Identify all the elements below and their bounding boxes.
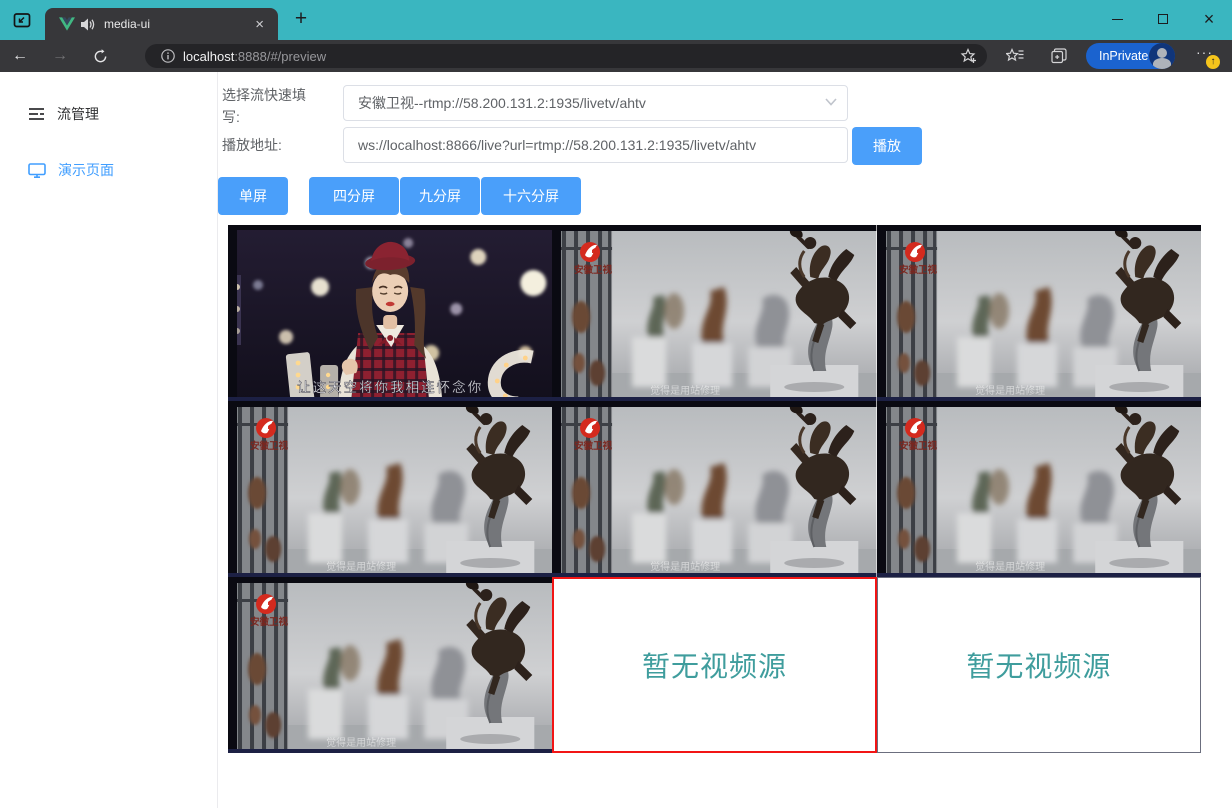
app-page: 流管理 演示页面 选择流快速填写: 安徽卫视--rtmp://58.200.13…: [0, 72, 1232, 808]
refresh-button[interactable]: [80, 49, 120, 64]
sidebar-item-label: 流管理: [57, 104, 99, 124]
sixteen-split-button[interactable]: 十六分屏: [481, 177, 581, 215]
sidebar: 流管理 演示页面: [0, 72, 218, 808]
address-bar[interactable]: localhost:8888/#/preview: [145, 44, 987, 68]
browser-window: media-ui × + × ← → localhost:8888/: [0, 0, 1232, 808]
video-cell-empty[interactable]: 暂无视频源: [552, 577, 876, 753]
no-source-text: 暂无视频源: [642, 645, 787, 685]
tab-title: media-ui: [104, 17, 251, 31]
sidebar-item-stream-management[interactable]: 流管理: [28, 104, 99, 124]
monitor-icon: [28, 163, 46, 178]
video-cell-sculpture[interactable]: [877, 401, 1201, 577]
vue-favicon: [59, 17, 75, 31]
no-source-text: 暂无视频源: [966, 645, 1111, 685]
stream-select-value: 安徽卫视--rtmp://58.200.131.2:1935/livetv/ah…: [358, 93, 817, 113]
url-host: localhost: [183, 49, 234, 64]
url-path: :8888/#/preview: [234, 49, 326, 64]
collections-icon[interactable]: [1046, 44, 1072, 68]
quad-split-button[interactable]: 四分屏: [309, 177, 399, 215]
chevron-down-icon: [825, 98, 837, 106]
back-button[interactable]: ←: [0, 47, 40, 65]
play-address-label: 播放地址:: [222, 134, 282, 156]
tab-actions-menu-icon[interactable]: [12, 10, 32, 30]
window-minimize-button[interactable]: [1094, 0, 1140, 38]
video-cell-sculpture[interactable]: [552, 225, 876, 401]
forward-button[interactable]: →: [40, 47, 80, 65]
add-favorite-icon[interactable]: [960, 48, 977, 64]
video-cell-singer[interactable]: [228, 225, 552, 401]
tab-close-icon[interactable]: ×: [251, 17, 268, 32]
stream-list-icon: [28, 107, 45, 121]
window-maximize-button[interactable]: [1140, 0, 1186, 38]
select-stream-label: 选择流快速填写:: [222, 84, 314, 128]
video-grid: 暂无视频源 暂无视频源: [228, 225, 1201, 753]
video-cell-sculpture[interactable]: [228, 577, 552, 753]
browser-toolbar: ← → localhost:8888/#/preview: [0, 40, 1232, 72]
video-cell-sculpture[interactable]: [877, 225, 1201, 401]
sidebar-item-label: 演示页面: [58, 160, 114, 180]
play-address-input[interactable]: [343, 127, 848, 163]
inprivate-label: InPrivate: [1086, 49, 1148, 63]
window-close-button[interactable]: ×: [1186, 0, 1232, 38]
video-cell-sculpture[interactable]: [228, 401, 552, 577]
screen-split-controls: 单屏 四分屏 九分屏 十六分屏: [218, 177, 581, 215]
single-screen-button[interactable]: 单屏: [218, 177, 288, 215]
notification-badge[interactable]: ↑: [1206, 55, 1220, 69]
stream-select[interactable]: 安徽卫视--rtmp://58.200.131.2:1935/livetv/ah…: [343, 85, 848, 121]
site-info-icon[interactable]: [161, 49, 175, 63]
new-tab-button[interactable]: +: [288, 6, 314, 32]
nine-split-button[interactable]: 九分屏: [400, 177, 480, 215]
browser-tab[interactable]: media-ui ×: [45, 8, 278, 40]
video-cell-sculpture[interactable]: [552, 401, 876, 577]
profile-avatar: [1149, 43, 1175, 69]
play-button[interactable]: 播放: [852, 127, 922, 165]
sidebar-item-demo-page[interactable]: 演示页面: [28, 160, 114, 180]
favorites-icon[interactable]: [1002, 44, 1028, 68]
browser-titlebar: media-ui × + ×: [0, 0, 1232, 40]
video-cell-empty[interactable]: 暂无视频源: [877, 577, 1201, 753]
tab-audio-icon[interactable]: [81, 18, 96, 31]
inprivate-badge[interactable]: InPrivate: [1086, 43, 1175, 69]
